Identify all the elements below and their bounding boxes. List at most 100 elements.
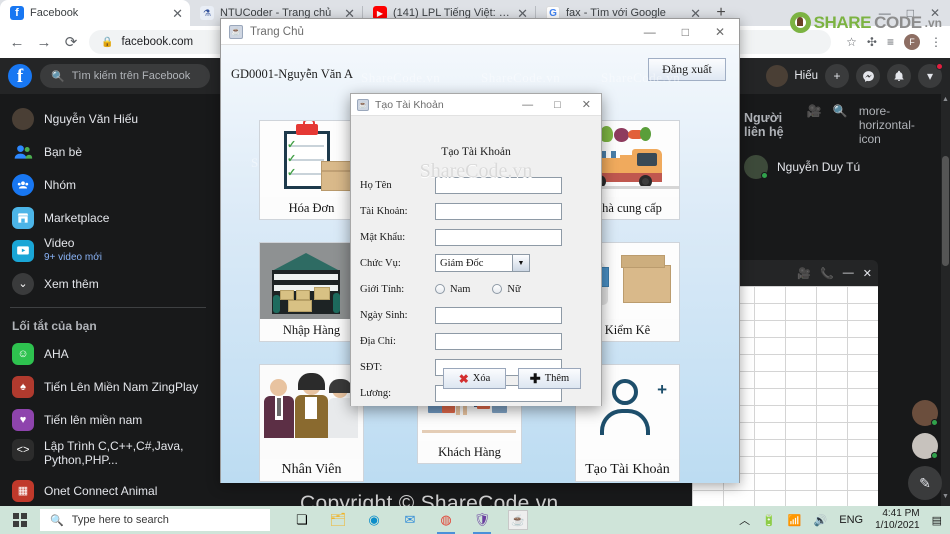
wifi-icon[interactable]: 📶 xyxy=(788,514,802,527)
chevron-down-icon[interactable]: ▼ xyxy=(512,255,529,271)
media-control-icon[interactable]: ≡ xyxy=(887,35,894,49)
sidebar-item-video[interactable]: Video 9+ video mới xyxy=(8,234,216,267)
star-icon[interactable]: ☆ xyxy=(846,35,857,49)
compose-icon[interactable]: ✎ xyxy=(908,466,942,500)
add-button[interactable]: ✚ Thêm xyxy=(518,368,581,389)
video-call-icon[interactable]: 🎥 xyxy=(797,267,811,280)
module-card-nhan-vien[interactable]: Nhân Viên xyxy=(259,364,364,482)
tai-khoan-input[interactable] xyxy=(435,202,562,220)
module-card-hoa-don[interactable]: ✓ ✓ ✓ Hóa Đơn xyxy=(259,120,364,220)
dialog-close-button[interactable]: ✕ xyxy=(582,98,591,111)
notifications-button[interactable] xyxy=(887,64,911,88)
video-camera-icon[interactable]: 🎥 xyxy=(807,104,822,146)
mail-icon[interactable]: ✉ xyxy=(400,510,420,530)
chat-close-button[interactable]: ✕ xyxy=(863,267,872,280)
module-card-nhap-hang[interactable]: Nhập Hàng xyxy=(259,242,364,342)
sidebar-item-see-more[interactable]: ⌄ Xem thêm xyxy=(8,267,216,300)
clock[interactable]: 4:41 PM 1/10/2021 xyxy=(875,508,920,533)
user-body-shape xyxy=(600,409,650,435)
warehouse-icon xyxy=(260,243,363,319)
java-app-icon[interactable]: ☕ xyxy=(508,510,528,530)
messenger-icon xyxy=(862,70,874,82)
language-indicator[interactable]: ENG xyxy=(839,514,863,526)
messenger-floating-avatars: ✎ xyxy=(908,400,942,500)
sharecode-logo: SHARE CODE .vn xyxy=(789,12,942,33)
chuc-vu-select[interactable]: Giám Đốc ▼ xyxy=(435,254,530,272)
online-status-dot xyxy=(761,172,768,179)
sidebar-item-label: Xem thêm xyxy=(44,276,99,291)
sidebar-divider xyxy=(10,307,206,308)
avatar xyxy=(12,107,34,130)
minimize-button[interactable]: — xyxy=(644,25,656,39)
delete-button[interactable]: ✖ Xóa xyxy=(443,368,506,389)
forward-icon[interactable]: → xyxy=(35,34,53,51)
java-coffee-icon: ☕ xyxy=(357,98,369,111)
chat-minimize-button[interactable]: — xyxy=(843,267,854,279)
start-button[interactable] xyxy=(0,506,40,534)
chrome-browser-icon[interactable]: ◍ xyxy=(436,510,456,534)
profile-name: Hiếu xyxy=(794,70,818,82)
taskbar-search-input[interactable]: 🔍 Type here to search xyxy=(40,509,270,531)
ngay-sinh-input[interactable] xyxy=(435,306,562,324)
module-card-label: Hóa Đơn xyxy=(260,197,363,219)
dialog-maximize-button[interactable]: □ xyxy=(554,99,561,111)
file-explorer-icon[interactable]: 🗂 xyxy=(328,510,348,530)
active-chat-avatar[interactable] xyxy=(912,400,938,426)
facebook-sidebar: Nguyễn Văn Hiếu Bạn bè Nhóm Marketplace … xyxy=(0,94,216,507)
facebook-icon: f xyxy=(10,6,24,20)
volume-icon[interactable]: 🔊 xyxy=(814,514,828,527)
antivirus-shield-icon[interactable]: 🛡 xyxy=(472,510,492,534)
edge-browser-icon[interactable]: ◉ xyxy=(364,510,384,530)
browser-menu-icon[interactable]: ⋮ xyxy=(930,35,942,49)
mat-khau-input[interactable] xyxy=(435,228,562,246)
battery-icon[interactable]: 🔋 xyxy=(762,514,776,527)
sidebar-item-groups[interactable]: Nhóm xyxy=(8,168,216,201)
dia-chi-input[interactable] xyxy=(435,332,562,350)
scroll-up-icon[interactable]: ▲ xyxy=(941,96,950,107)
shortcut-lap-trinh[interactable]: <> Lập Trình C,C++,C#,Java, Python,PHP..… xyxy=(8,436,216,474)
add-plus-icon: ✚ xyxy=(529,371,541,386)
scroll-down-icon[interactable]: ▼ xyxy=(941,493,950,504)
close-icon[interactable]: ✕ xyxy=(172,7,183,20)
sidebar-item-profile[interactable]: Nguyễn Văn Hiếu xyxy=(8,102,216,135)
show-hidden-icons-button[interactable]: ︿ xyxy=(739,512,750,528)
sidebar-item-friends[interactable]: Bạn bè xyxy=(8,135,216,168)
field-label: Giới Tính: xyxy=(360,283,405,295)
page-scrollbar[interactable]: ▲ ▼ xyxy=(941,94,950,506)
radio-nu[interactable]: Nữ xyxy=(492,284,521,295)
shortcut-tien-len-mien-nam[interactable]: ♥ Tiến lên miền nam xyxy=(8,403,216,436)
logout-button[interactable]: Đăng xuất xyxy=(648,58,726,81)
shortcut-onet[interactable]: ▦ Onet Connect Animal xyxy=(8,474,216,507)
shortcut-tien-len-zingplay[interactable]: ♠ Tiến Lên Miền Nam ZingPlay xyxy=(8,370,216,403)
messenger-button[interactable] xyxy=(856,64,880,88)
facebook-logo-icon[interactable]: f xyxy=(8,64,32,88)
reload-icon[interactable]: ⟳ xyxy=(62,33,80,51)
more-horizontal-icon[interactable]: more-horizontal-icon xyxy=(859,104,932,146)
staff-icon xyxy=(260,365,363,459)
profile-avatar[interactable]: F xyxy=(904,34,920,50)
maximize-button[interactable]: □ xyxy=(682,25,689,39)
scrollbar-thumb[interactable] xyxy=(942,156,949,266)
vegetables-shape xyxy=(594,124,654,146)
sidebar-item-marketplace[interactable]: Marketplace xyxy=(8,201,216,234)
notification-icon[interactable]: ▤ xyxy=(932,514,942,527)
close-button[interactable]: ✕ xyxy=(715,25,725,39)
dialog-window-controls: — □ ✕ xyxy=(522,98,601,112)
account-menu-button[interactable]: ▾ xyxy=(918,63,943,88)
contact-row[interactable]: Nguyễn Duy Tú xyxy=(738,150,938,184)
facebook-search-input[interactable]: 🔍 Tìm kiếm trên Facebook xyxy=(40,64,210,88)
task-view-icon[interactable]: ❏ xyxy=(292,510,312,530)
field-label: Lương: xyxy=(360,387,392,399)
phone-icon[interactable]: 📞 xyxy=(820,267,834,280)
create-button[interactable]: + xyxy=(825,64,849,88)
browser-tab-facebook[interactable]: f Facebook ✕ xyxy=(0,0,190,26)
back-icon[interactable]: ← xyxy=(8,34,26,51)
active-chat-avatar[interactable] xyxy=(912,433,938,459)
dialog-minimize-button[interactable]: — xyxy=(522,99,533,111)
screen: f Facebook ✕ ⚗ NTUCoder - Trang chủ ✕ ▶ … xyxy=(0,0,950,534)
profile-shortcut[interactable]: Hiếu xyxy=(766,65,818,87)
shortcut-aha[interactable]: ☺ AHA xyxy=(8,337,216,370)
search-icon[interactable]: 🔍 xyxy=(833,104,848,146)
extensions-icon[interactable]: ✣ xyxy=(867,35,877,49)
radio-nam[interactable]: Nam xyxy=(435,284,470,295)
